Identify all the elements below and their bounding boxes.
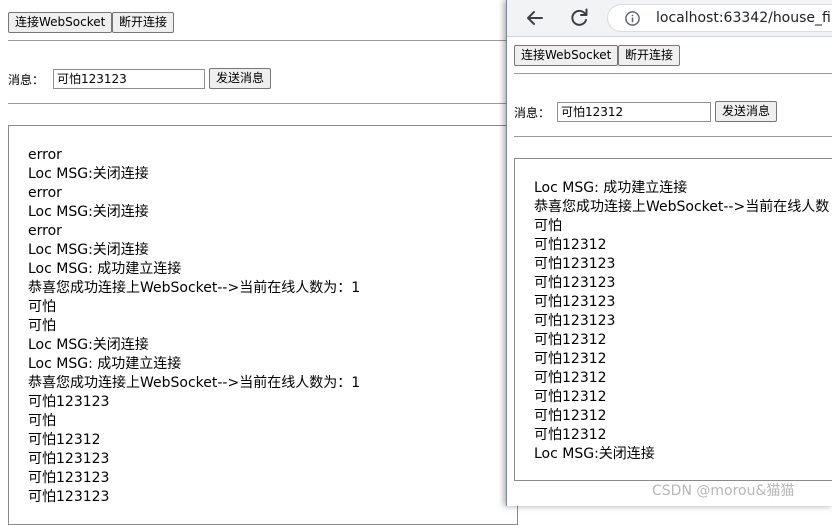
log-line: 可怕 [28, 413, 56, 429]
info-icon[interactable] [624, 10, 641, 27]
log-line: 可怕123123 [28, 451, 110, 467]
log-line: Loc MSG:关闭连接 [534, 446, 655, 462]
message-label: 消息： [514, 106, 551, 120]
log-line: 可怕12312 [534, 408, 607, 424]
log-line: 可怕 [28, 299, 56, 315]
log-line: Loc MSG: 成功建立连接 [28, 261, 182, 277]
log-line: 可怕123123 [534, 275, 616, 291]
log-line: error [28, 223, 62, 239]
message-log: Loc MSG: 成功建立连接恭喜您成功连接上WebSocket-->当前在线人… [514, 158, 832, 481]
browser-toolbar: localhost:63342/house_finan [507, 0, 832, 37]
log-line: Loc MSG:关闭连接 [28, 166, 149, 182]
disconnect-button[interactable]: 断开连接 [618, 45, 681, 66]
url-text: localhost:63342/house_finan [656, 10, 832, 26]
send-message-button[interactable]: 发送消息 [209, 68, 272, 89]
divider [8, 40, 506, 41]
log-line: 可怕12312 [534, 427, 607, 443]
log-line: Loc MSG: 成功建立连接 [28, 356, 182, 372]
log-line: 可怕123123 [534, 313, 616, 329]
divider [8, 103, 506, 104]
log-line: 可怕12312 [534, 351, 607, 367]
right-window: localhost:63342/house_finan 连接WebSocket … [506, 0, 832, 506]
log-line: Loc MSG:关闭连接 [28, 204, 149, 220]
connect-websocket-button[interactable]: 连接WebSocket [8, 12, 113, 33]
log-line: 可怕12312 [534, 237, 607, 253]
log-line: 可怕123123 [28, 470, 110, 486]
divider [514, 136, 832, 137]
address-bar[interactable]: localhost:63342/house_finan [607, 4, 832, 32]
log-line: 可怕123123 [534, 256, 616, 272]
log-line: 恭喜您成功连接上WebSocket-->当前在线人数为：1 [28, 280, 361, 296]
log-line: 可怕123123 [534, 294, 616, 310]
connect-websocket-button[interactable]: 连接WebSocket [514, 45, 619, 66]
log-line: 可怕12312 [534, 389, 607, 405]
log-line: 可怕12312 [534, 370, 607, 386]
log-line: 可怕 [28, 318, 56, 334]
watermark: CSDN @morou&猫猫 [652, 483, 795, 499]
log-line: 恭喜您成功连接上WebSocket-->当前在线人数 [534, 199, 830, 215]
log-line: 恭喜您成功连接上WebSocket-->当前在线人数为：1 [28, 375, 361, 391]
log-line: 可怕123123 [28, 489, 110, 505]
log-line: error [28, 147, 62, 163]
message-log: error Loc MSG:关闭连接 error Loc MSG:关闭连接 error L… [8, 125, 518, 525]
send-message-button[interactable]: 发送消息 [715, 101, 778, 122]
message-input[interactable]: 可怕12312 [557, 102, 711, 122]
message-label: 消息： [8, 73, 45, 87]
log-line: 可怕12312 [28, 432, 101, 448]
log-line: Loc MSG:关闭连接 [28, 337, 149, 353]
log-line: 可怕123123 [28, 394, 110, 410]
divider [514, 73, 832, 74]
disconnect-button[interactable]: 断开连接 [112, 12, 175, 33]
message-input[interactable]: 可怕123123 [53, 69, 205, 89]
log-line: Loc MSG: 成功建立连接 [534, 180, 688, 196]
reload-icon[interactable] [567, 6, 591, 30]
log-line: Loc MSG:关闭连接 [28, 242, 149, 258]
log-line: 可怕 [534, 218, 562, 234]
log-line: error [28, 185, 62, 201]
log-line: 可怕12312 [534, 332, 607, 348]
back-arrow-icon[interactable] [523, 6, 547, 30]
